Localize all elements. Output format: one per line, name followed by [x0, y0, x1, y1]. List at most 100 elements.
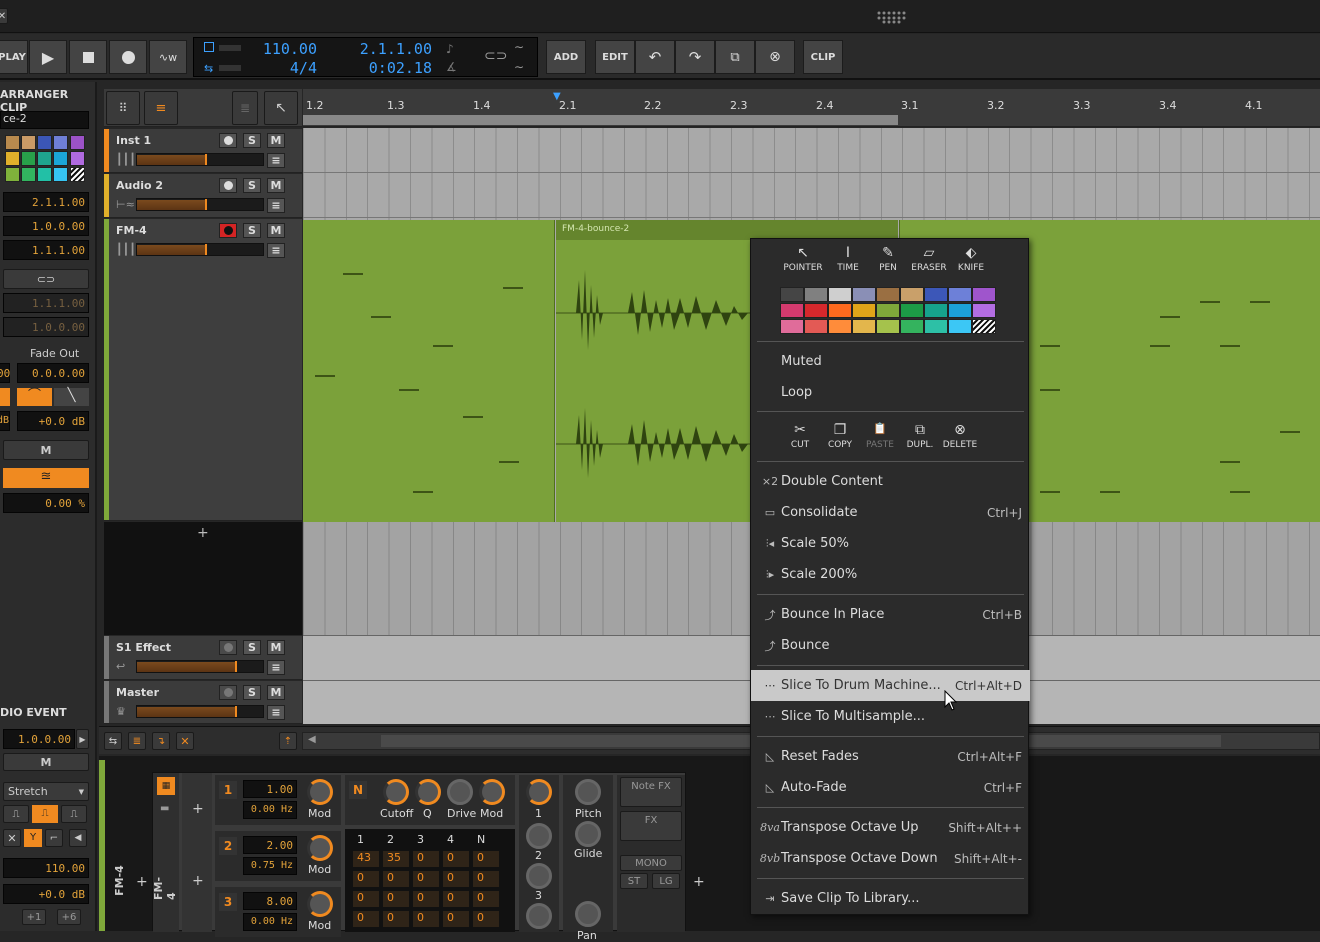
clip-name-field[interactable]: ce-2: [0, 111, 89, 129]
filter-icon[interactable]: Y: [24, 829, 42, 847]
menu-item-transpose-octave-down[interactable]: 8vb Transpose Octave Down Shift+Alt+-: [751, 843, 1030, 874]
solo-button[interactable]: S: [243, 178, 261, 193]
operator-mod-knob[interactable]: [307, 835, 333, 861]
tool-pen[interactable]: ✎ PEN: [866, 245, 910, 273]
loop-start-field[interactable]: 1.1.1.00: [3, 293, 89, 313]
stereo-button[interactable]: ST: [620, 873, 648, 889]
volume-fader[interactable]: [136, 660, 264, 673]
footer-tool-4[interactable]: ✕: [176, 732, 194, 750]
output-knob-2[interactable]: [526, 823, 552, 849]
swatch[interactable]: [21, 151, 36, 166]
color-swatch[interactable]: [900, 303, 924, 318]
stretch-select[interactable]: Stretch ▼: [3, 782, 89, 801]
gain-left-field[interactable]: dB: [0, 411, 10, 431]
undo-button[interactable]: ↶: [635, 40, 675, 74]
folder-icon[interactable]: ▬: [160, 803, 169, 814]
matrix-cell[interactable]: 0: [413, 871, 439, 887]
add-device-icon[interactable]: +: [136, 874, 148, 890]
clip-length-field[interactable]: 1.0.0.00: [3, 216, 89, 236]
mute-button[interactable]: M: [267, 178, 285, 193]
grid-view-icon[interactable]: ⠿: [106, 91, 140, 125]
edit-cut[interactable]: ✂ CUT: [778, 422, 822, 450]
pan-knob[interactable]: [575, 901, 601, 927]
clip-color-swatches[interactable]: [0, 135, 89, 185]
tempo-display[interactable]: 110.00: [249, 40, 317, 58]
env-button-2[interactable]: ⎍: [32, 805, 58, 823]
play-button[interactable]: ▶: [29, 40, 67, 74]
record-arm-button[interactable]: [219, 178, 237, 193]
swatch[interactable]: [53, 135, 68, 150]
no-color-swatch[interactable]: [972, 319, 996, 334]
matrix-cell[interactable]: 0: [473, 871, 499, 887]
fade-curve-b-button[interactable]: ╲: [54, 388, 89, 406]
event-tempo-field[interactable]: 110.00: [3, 858, 89, 878]
menu-item-bounce[interactable]: ⤴ Bounce: [751, 630, 1030, 661]
swatch[interactable]: [70, 135, 85, 150]
matrix-cell[interactable]: 0: [353, 891, 379, 907]
swatch[interactable]: [70, 151, 85, 166]
record-arm-button[interactable]: [219, 133, 237, 148]
layout-icon[interactable]: ≣: [232, 91, 258, 125]
menu-item-transpose-octave-up[interactable]: 8va Transpose Octave Up Shift+Alt++: [751, 812, 1030, 843]
color-swatch[interactable]: [876, 319, 900, 334]
matrix-cell[interactable]: 0: [443, 851, 469, 867]
color-swatch[interactable]: [804, 303, 828, 318]
automation-write-button[interactable]: ∿w: [149, 40, 187, 74]
matrix-cell[interactable]: 0: [413, 911, 439, 927]
loop-toggle-icon[interactable]: ⊂⊃: [484, 48, 507, 64]
matrix-cell[interactable]: 0: [383, 891, 409, 907]
edit-delete[interactable]: ⊗ DELETE: [938, 422, 982, 450]
env-button-3[interactable]: ⎍: [61, 805, 87, 823]
footer-tool-2[interactable]: ≣: [128, 732, 146, 750]
matrix-cell[interactable]: 0: [443, 891, 469, 907]
operator-freq[interactable]: 0.75 Hz: [243, 857, 297, 875]
color-swatch[interactable]: [852, 287, 876, 302]
record-button[interactable]: [109, 40, 147, 74]
menu-item-reset-fades[interactable]: ◺ Reset Fades Ctrl+Alt+F: [751, 741, 1030, 772]
ruler-loop-region[interactable]: [303, 115, 898, 125]
color-swatch[interactable]: [828, 287, 852, 302]
color-swatch[interactable]: [780, 287, 804, 302]
swatch[interactable]: [21, 167, 36, 182]
delete-button[interactable]: ⊗: [755, 40, 795, 74]
color-swatch[interactable]: [972, 303, 996, 318]
stretch-mode-button[interactable]: ≊: [3, 468, 89, 488]
lane-inst-1[interactable]: [303, 128, 1320, 173]
swatch[interactable]: [5, 151, 20, 166]
swatch[interactable]: [53, 151, 68, 166]
color-swatch[interactable]: [780, 319, 804, 334]
add-modulator-icon[interactable]: +: [192, 801, 204, 817]
operator-ratio[interactable]: 1.00: [243, 780, 297, 798]
matrix-cell[interactable]: 0: [353, 871, 379, 887]
clip-offset-field[interactable]: 1.1.1.00: [3, 240, 89, 260]
operator-freq[interactable]: 0.00 Hz: [243, 913, 297, 931]
edit-duplicate[interactable]: ⧉ DUPL.: [898, 422, 942, 450]
menu-item-bounce-in-place[interactable]: ⤴ Bounce In Place Ctrl+B: [751, 599, 1030, 630]
fade-curve-left[interactable]: [0, 388, 10, 406]
time-display[interactable]: 0:02.18: [344, 59, 432, 77]
menu-item-muted[interactable]: Muted: [751, 346, 1030, 377]
clip-button[interactable]: CLIP: [803, 40, 843, 74]
add-button[interactable]: ADD: [546, 40, 586, 74]
tool-knife[interactable]: ⬖ KNIFE: [949, 245, 993, 273]
solo-button[interactable]: S: [243, 685, 261, 700]
clip-left[interactable]: [303, 220, 555, 522]
track-menu-icon[interactable]: ≡: [267, 153, 285, 168]
mute-button[interactable]: M: [267, 223, 285, 238]
track-menu-icon[interactable]: ≡: [267, 660, 285, 675]
operator-ratio[interactable]: 8.00: [243, 892, 297, 910]
q-knob[interactable]: [415, 779, 441, 805]
matrix-cell[interactable]: 0: [473, 911, 499, 927]
volume-fader[interactable]: [136, 243, 264, 256]
fade-out-field[interactable]: 0.0.0.00: [17, 363, 89, 383]
edit-button[interactable]: EDIT: [595, 40, 635, 74]
menu-item-slice-to-drum-machine[interactable]: ⋯ Slice To Drum Machine... Ctrl+Alt+D: [751, 670, 1030, 701]
track-header-master[interactable]: Master S M ♛ ≡: [104, 681, 302, 724]
menu-item-consolidate[interactable]: ▭ Consolidate Ctrl+J: [751, 497, 1030, 528]
reverse-icon[interactable]: ◀: [69, 829, 87, 847]
fx-slot[interactable]: FX: [620, 811, 682, 841]
track-menu-icon[interactable]: ≡: [267, 198, 285, 213]
operator-mod-knob[interactable]: [307, 891, 333, 917]
matrix-cell[interactable]: 0: [443, 871, 469, 887]
track-header-audio-2[interactable]: Audio 2 S M ⊢≈ ≡: [104, 174, 302, 218]
